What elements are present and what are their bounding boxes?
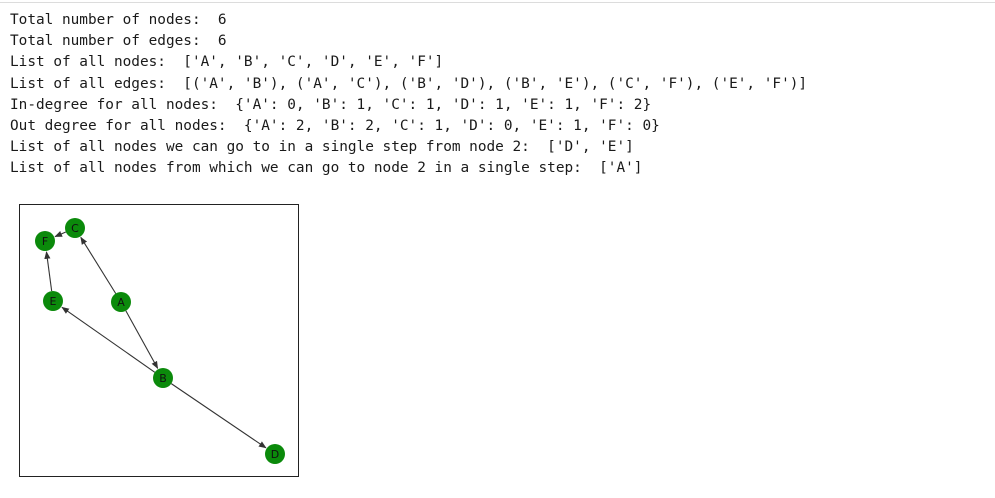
node-label: A — [117, 296, 125, 309]
node-label: C — [71, 222, 79, 235]
output-line-out-degree: Out degree for all nodes: {'A': 2, 'B': … — [10, 117, 660, 134]
node-label: B — [159, 372, 167, 385]
node-a: A — [111, 292, 131, 312]
graph-figure: A B C D E F — [19, 204, 299, 477]
node-label: D — [271, 448, 279, 461]
edge-b-d — [170, 383, 267, 449]
output-line-in-degree: In-degree for all nodes: {'A': 0, 'B': 1… — [10, 96, 652, 113]
edge-e-f — [44, 251, 53, 292]
output-line-predecessors: List of all nodes from which we can go t… — [10, 160, 643, 177]
node-label: E — [50, 295, 57, 308]
cell-top-divider — [0, 2, 995, 3]
edge-c-f — [54, 231, 67, 238]
graph-canvas: A B C D E F — [35, 218, 285, 464]
output-line-total-edges: Total number of edges: 6 — [10, 33, 227, 50]
edge-a-b — [125, 310, 159, 370]
node-f: F — [35, 231, 55, 251]
node-c: C — [65, 218, 85, 238]
graph-nodes: A B C D E F — [35, 218, 285, 464]
output-line-total-nodes: Total number of nodes: 6 — [10, 12, 227, 28]
output-line-successors: List of all nodes we can go to in a sing… — [10, 139, 634, 156]
cell-output: Total number of nodes: 6 Total number of… — [10, 10, 990, 180]
node-d: D — [265, 444, 285, 464]
output-line-node-list: List of all nodes: ['A', 'B', 'C', 'D', … — [10, 54, 444, 71]
graph-edges — [44, 231, 267, 449]
edge-b-e — [61, 306, 156, 373]
node-e: E — [43, 291, 63, 311]
output-line-edge-list: List of all edges: [('A', 'B'), ('A', 'C… — [10, 75, 808, 92]
node-label: F — [42, 235, 48, 248]
node-b: B — [153, 368, 173, 388]
edge-a-c — [80, 236, 117, 294]
